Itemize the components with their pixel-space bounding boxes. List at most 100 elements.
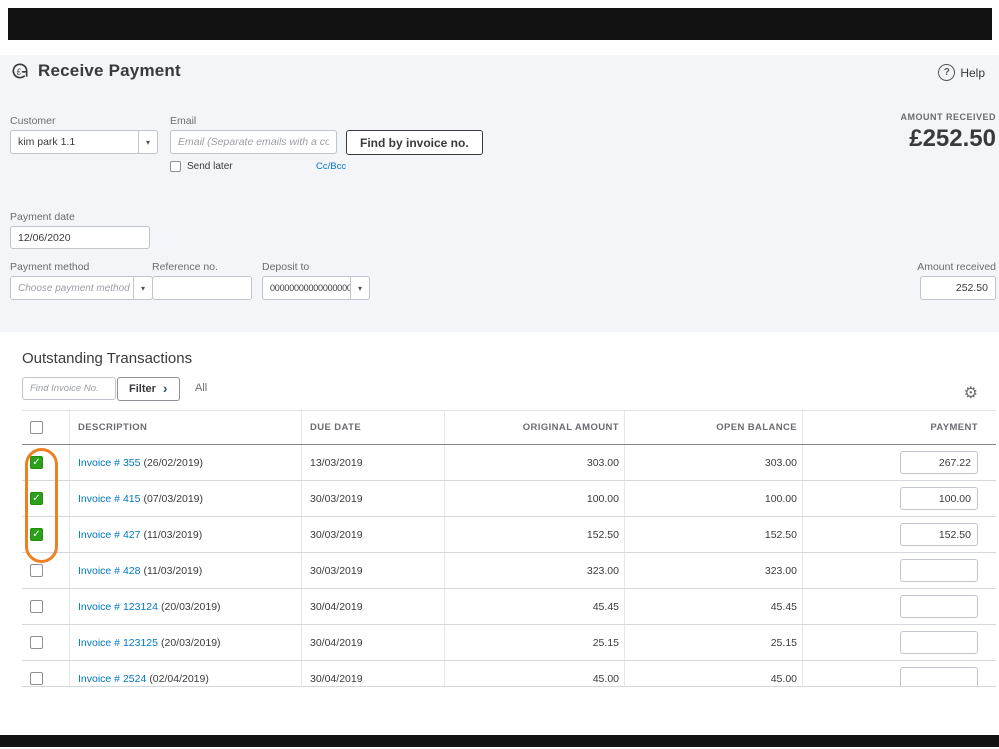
payment-date-input[interactable] — [10, 226, 150, 249]
table-row: ✓ Invoice # 427 (11/03/2019) 30/03/2019 … — [22, 517, 996, 553]
bottom-black-bar — [0, 735, 999, 747]
invoice-link[interactable]: Invoice # 123124 — [78, 601, 158, 613]
invoice-date: (11/03/2019) — [143, 565, 202, 577]
transactions-table: DESCRIPTION DUE DATE ORIGINAL AMOUNT OPE… — [22, 410, 996, 687]
row-checkbox[interactable]: ✓ — [30, 456, 43, 469]
chevron-down-icon[interactable]: ▾ — [350, 277, 369, 299]
ccbcc-link[interactable]: Cc/Bcc — [316, 161, 346, 172]
page-title: Receive Payment — [38, 61, 181, 81]
select-all-checkbox[interactable] — [30, 421, 43, 434]
table-row: Invoice # 123124 (20/03/2019) 30/04/2019… — [22, 589, 996, 625]
original-amount-cell: 152.50 — [445, 517, 625, 552]
payment-input[interactable] — [900, 487, 978, 510]
svg-text:£: £ — [17, 66, 22, 76]
payment-input[interactable] — [900, 559, 978, 582]
help-icon: ? — [938, 64, 955, 81]
col-original-amount: ORIGINAL AMOUNT — [445, 411, 625, 444]
chevron-down-icon[interactable]: ▾ — [138, 131, 157, 153]
col-description: DESCRIPTION — [70, 411, 302, 444]
amount-received-input[interactable] — [920, 276, 996, 300]
col-due-date: DUE DATE — [302, 411, 445, 444]
send-later-checkbox[interactable] — [170, 161, 181, 172]
top-black-bar — [8, 8, 992, 40]
payment-input[interactable] — [900, 595, 978, 618]
table-body: ✓ Invoice # 355 (26/02/2019) 13/03/2019 … — [22, 445, 996, 687]
open-balance-cell: 45.00 — [625, 661, 803, 687]
table-header-row: DESCRIPTION DUE DATE ORIGINAL AMOUNT OPE… — [22, 410, 996, 445]
open-balance-cell: 303.00 — [625, 445, 803, 480]
row-checkbox[interactable] — [30, 636, 43, 649]
invoice-date: (02/04/2019) — [149, 673, 209, 685]
invoice-link[interactable]: Invoice # 123125 — [78, 637, 158, 649]
reference-no-input[interactable] — [152, 276, 252, 300]
payment-method-select[interactable]: Choose payment method ▾ — [10, 276, 153, 300]
deposit-to-value: 00000000000000000 — [263, 277, 350, 299]
deposit-to-select[interactable]: 00000000000000000 ▾ — [262, 276, 370, 300]
email-label: Email — [170, 115, 196, 127]
invoice-date: (20/03/2019) — [161, 637, 221, 649]
outstanding-transactions-title: Outstanding Transactions — [22, 350, 192, 367]
payment-input[interactable] — [900, 667, 978, 687]
table-row: Invoice # 428 (11/03/2019) 30/03/2019 32… — [22, 553, 996, 589]
page-header: £ Receive Payment — [10, 61, 181, 81]
open-balance-cell: 323.00 — [625, 553, 803, 588]
invoice-link[interactable]: Invoice # 2524 — [78, 673, 146, 685]
original-amount-cell: 45.45 — [445, 589, 625, 624]
due-date-cell: 30/04/2019 — [302, 589, 445, 624]
email-input[interactable] — [170, 130, 337, 154]
gear-icon[interactable]: ⚙ — [964, 386, 978, 402]
invoice-link[interactable]: Invoice # 428 — [78, 565, 140, 577]
receive-payment-icon: £ — [10, 61, 30, 81]
invoice-link[interactable]: Invoice # 427 — [78, 529, 140, 541]
due-date-cell: 30/03/2019 — [302, 481, 445, 516]
help-button[interactable]: ? Help — [938, 64, 985, 81]
row-checkbox[interactable] — [30, 672, 43, 685]
original-amount-cell: 323.00 — [445, 553, 625, 588]
invoice-date: (11/03/2019) — [143, 529, 202, 541]
help-label: Help — [960, 66, 985, 80]
chevron-right-icon: › — [163, 381, 168, 395]
table-row: Invoice # 2524 (02/04/2019) 30/04/2019 4… — [22, 661, 996, 687]
due-date-cell: 30/04/2019 — [302, 661, 445, 687]
payment-method-placeholder: Choose payment method — [11, 277, 133, 299]
send-later-control[interactable]: Send later — [170, 161, 233, 172]
filter-label: Filter — [129, 383, 156, 395]
customer-select[interactable]: kim park 1.1 ▾ — [10, 130, 158, 154]
payment-input[interactable] — [900, 451, 978, 474]
filter-button[interactable]: Filter › — [117, 377, 180, 401]
row-checkbox[interactable] — [30, 564, 43, 577]
col-open-balance: OPEN BALANCE — [625, 411, 803, 444]
table-row: ✓ Invoice # 355 (26/02/2019) 13/03/2019 … — [22, 445, 996, 481]
row-checkbox[interactable] — [30, 600, 43, 613]
payment-input[interactable] — [900, 631, 978, 654]
due-date-cell: 30/03/2019 — [302, 553, 445, 588]
amount-received-summary: AMOUNT RECEIVED £252.50 — [900, 112, 996, 153]
filter-all-label: All — [195, 382, 207, 394]
original-amount-cell: 100.00 — [445, 481, 625, 516]
table-row: Invoice # 123125 (20/03/2019) 30/04/2019… — [22, 625, 996, 661]
find-invoice-input[interactable] — [22, 377, 116, 400]
deposit-to-label: Deposit to — [262, 261, 309, 273]
reference-no-label: Reference no. — [152, 261, 218, 273]
customer-label: Customer — [10, 115, 56, 127]
open-balance-cell: 100.00 — [625, 481, 803, 516]
payment-method-label: Payment method — [10, 261, 89, 273]
table-row: ✓ Invoice # 415 (07/03/2019) 30/03/2019 … — [22, 481, 996, 517]
col-payment: PAYMENT — [803, 411, 996, 444]
find-by-invoice-button[interactable]: Find by invoice no. — [346, 130, 483, 155]
original-amount-cell: 25.15 — [445, 625, 625, 660]
row-checkbox[interactable]: ✓ — [30, 528, 43, 541]
due-date-cell: 30/03/2019 — [302, 517, 445, 552]
due-date-cell: 13/03/2019 — [302, 445, 445, 480]
row-checkbox[interactable]: ✓ — [30, 492, 43, 505]
invoice-date: (07/03/2019) — [143, 493, 203, 505]
invoice-link[interactable]: Invoice # 415 — [78, 493, 140, 505]
chevron-down-icon[interactable]: ▾ — [133, 277, 152, 299]
due-date-cell: 30/04/2019 — [302, 625, 445, 660]
invoice-link[interactable]: Invoice # 355 — [78, 457, 140, 469]
amount-received-field-label: Amount received — [917, 261, 996, 273]
original-amount-cell: 45.00 — [445, 661, 625, 687]
amount-received-value: £252.50 — [900, 125, 996, 153]
payment-input[interactable] — [900, 523, 978, 546]
send-later-label: Send later — [187, 161, 233, 172]
